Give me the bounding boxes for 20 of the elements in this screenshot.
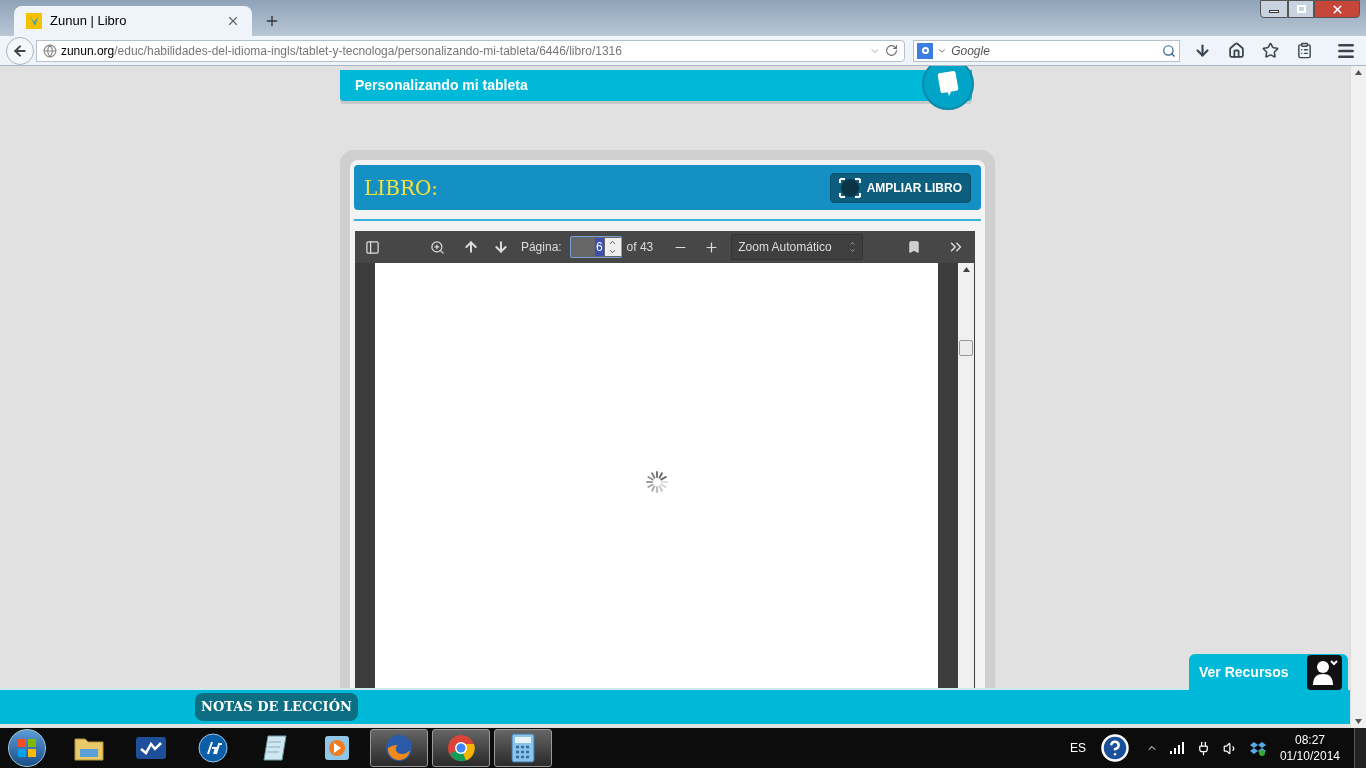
zoom-select[interactable]: Zoom Automático — [731, 234, 864, 260]
page-number-field[interactable]: 6 — [569, 236, 622, 258]
date: 01/10/2014 — [1279, 748, 1340, 764]
resources-label: Ver Recursos — [1199, 662, 1289, 682]
search-input[interactable]: Google — [951, 41, 1158, 60]
clock[interactable]: 08:27 01/10/2014 — [1279, 732, 1340, 764]
expand-book-button[interactable]: AMPLIAR LIBRO — [829, 172, 971, 203]
page-count: of 43 — [626, 239, 654, 256]
language-indicator[interactable]: ES — [1069, 739, 1086, 757]
address-bar[interactable]: zunun.org/educ/habilidades-del-idioma-ingls/tablet-y-tecnologa/personalizando-mi-tableta/6446/libro/1316 — [35, 39, 906, 62]
search-field[interactable]: Google — [913, 39, 1180, 62]
browser-tab[interactable]: Zunun | Libro — [14, 6, 252, 36]
page-label: Página: — [520, 239, 562, 256]
url-text: zunun.org/educ/habilidades-del-idioma-ingls/tablet-y-tecnologa/personalizando-mi-tableta/6446/libro/1316 — [60, 42, 623, 60]
lesson-title: Personalizando mi tableta — [355, 76, 528, 95]
tab-title: Zunun | Libro — [50, 12, 128, 31]
book-title: LIBRO: — [364, 174, 439, 202]
lesson-notes-button[interactable]: NOTAS DE LECCIÓN — [195, 693, 358, 721]
time: 08:27 — [1294, 732, 1325, 748]
page-number: 6 — [594, 238, 604, 256]
